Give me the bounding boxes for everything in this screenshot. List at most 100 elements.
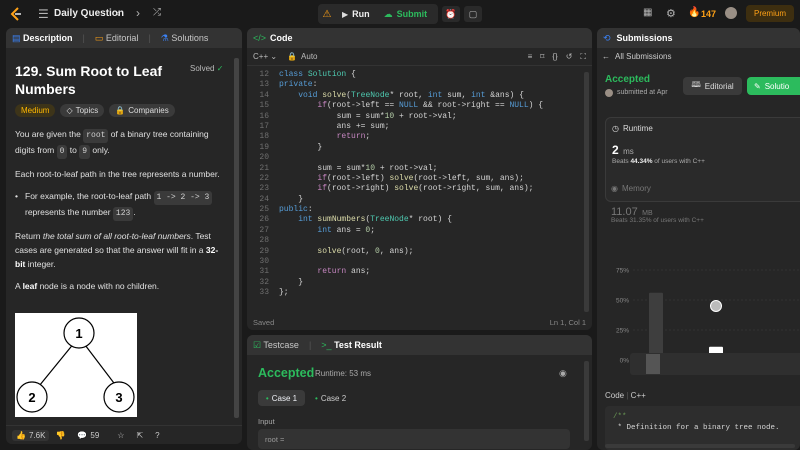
streak-count[interactable]: 147 — [701, 9, 716, 19]
solved-status: Solved ✓ — [190, 64, 224, 73]
code-line: 24 } — [259, 194, 304, 204]
edit-icon: ✎ — [754, 81, 761, 91]
code-scrollbar[interactable] — [584, 72, 589, 312]
notes-icon[interactable]: ▢ — [464, 6, 482, 22]
chevron-down-icon: ⌄ — [270, 52, 278, 61]
code-line: 26 int sumNumbers(TreeNode* root) { — [259, 215, 452, 225]
testcase-panel: ☑ Testcase | >_ Test Result Accepted Run… — [247, 335, 592, 450]
submit-button[interactable]: Submit — [397, 9, 428, 19]
example-tree-image: 1 2 3 — [15, 313, 137, 417]
thumbs-down-icon[interactable]: 👎 — [55, 431, 65, 440]
companies-tag[interactable]: 🔒 Companies — [109, 104, 175, 117]
code-line: 31 return ans; — [259, 267, 371, 277]
back-arrow-icon: ← — [602, 52, 610, 61]
share-icon[interactable]: ⇱ — [136, 431, 143, 440]
clock-icon: ◷ — [612, 124, 619, 133]
tab-solutions[interactable]: ⚗ Solutions — [161, 33, 209, 44]
runtime-distribution-chart[interactable]: 75%50%25%0% 2ms4ms 1ms2ms3ms4ms — [597, 236, 800, 381]
code-header: </> Code — [247, 28, 592, 48]
debug-icon[interactable]: ⚠ — [318, 9, 336, 20]
upload-icon: ☁ — [383, 8, 393, 19]
language-select[interactable]: C++ ⌄ — [253, 52, 277, 61]
result-runtime: Runtime: 53 ms — [315, 369, 372, 378]
comments-button[interactable]: 💬 59 — [77, 431, 99, 440]
settings-gear-icon[interactable]: ⚙ — [666, 7, 676, 20]
tab-test-result[interactable]: >_ Test Result — [321, 340, 382, 350]
menu-icon[interactable]: ≡ — [528, 52, 533, 61]
braces-icon[interactable]: {} — [552, 52, 557, 61]
tab-editorial[interactable]: ▭ Editorial — [95, 33, 139, 44]
comment-icon: 💬 — [77, 430, 88, 440]
streak-fire-icon: 🔥 — [688, 7, 701, 18]
layout-icon[interactable]: ▦ — [643, 7, 652, 18]
code-icon: </> — [253, 33, 267, 43]
code-line: 14 void solve(TreeNode* root, int sum, i… — [259, 90, 524, 100]
check-circle-icon: ✓ — [216, 64, 224, 73]
code-editor[interactable]: 12 class Solution { 13 private: 14 void so… — [247, 70, 583, 315]
like-button[interactable]: 👍 7.6K — [12, 429, 50, 441]
code-line: 15 if(root->left == NULL && root->right … — [259, 101, 544, 111]
star-icon[interactable]: ☆ — [117, 431, 124, 440]
y-tick-label: 50% — [616, 298, 629, 305]
prev-problem-icon[interactable]: ‹ — [116, 6, 120, 20]
submission-scrollbar[interactable] — [605, 444, 795, 448]
bookmark-icon[interactable]: ⌑ — [540, 52, 544, 61]
difficulty-badge: Medium — [15, 104, 56, 117]
paragraph-return: Return the total sum of all root-to-leaf… — [15, 231, 219, 269]
fullscreen-icon[interactable]: ⛶ — [580, 52, 586, 62]
code-line: 29 solve(root, 0, ans); — [259, 246, 414, 256]
auto-mode[interactable]: Auto — [301, 52, 317, 61]
code-line: 33}; — [259, 288, 289, 298]
code-line: 17 ans += sum; — [259, 121, 390, 131]
tags-row: Medium ◇ Topics 🔒 Companies — [15, 104, 227, 117]
logo[interactable] — [8, 6, 24, 22]
submissions-panel: ⟲ Submissions ← All Submissions Accepted … — [597, 28, 800, 450]
paragraph-intro: You are given the root of a binary tree … — [15, 127, 227, 159]
testcase-scrollbar[interactable] — [584, 361, 589, 441]
next-problem-icon[interactable]: › — [136, 6, 140, 20]
problem-list-icon[interactable]: ☰ — [38, 7, 49, 21]
editorial-button[interactable]: 🕮 Editorial — [683, 77, 742, 95]
tab-description[interactable]: ▤ Description — [12, 33, 73, 44]
code-line: 16 sum = sum*10 + root->val; — [259, 111, 457, 121]
lock-icon: 🔒 — [115, 106, 126, 115]
description-tabs: ▤ Description | ▭ Editorial | ⚗ Solution… — [6, 28, 242, 48]
all-submissions-link[interactable]: ← All Submissions — [602, 52, 671, 61]
terminal-icon: >_ — [321, 340, 332, 350]
problem-title[interactable]: 129. Sum Root to Leaf Numbers — [15, 62, 175, 98]
daily-question-title[interactable]: Daily Question — [54, 8, 124, 19]
memory-unit: MB — [642, 210, 653, 217]
reset-icon[interactable]: ↺ — [566, 52, 573, 61]
topics-tag[interactable]: ◇ Topics — [60, 104, 105, 117]
description-panel: ▤ Description | ▭ Editorial | ⚗ Solution… — [6, 28, 242, 444]
premium-button[interactable]: Premium — [746, 5, 794, 22]
tab-testcase[interactable]: ☑ Testcase — [253, 340, 299, 351]
code-line: 18 return; — [259, 132, 371, 142]
description-content: 129. Sum Root to Leaf Numbers Solved ✓ M… — [15, 62, 227, 329]
paragraph-leaf: A leaf node is a node with no children. — [15, 281, 160, 291]
description-scrollbar[interactable] — [234, 58, 239, 418]
shuffle-icon[interactable]: ⤮ — [153, 7, 161, 18]
code-line: 27 int ans = 0; — [259, 225, 376, 235]
play-icon[interactable]: ▶ — [342, 10, 348, 19]
run-button[interactable]: Run — [352, 9, 370, 19]
runtime-beats: Beats 44.34% of users with C++ — [612, 158, 705, 165]
tree-node-label: 2 — [28, 390, 35, 405]
runtime-unit: ms — [623, 147, 634, 156]
highlight-avatar — [710, 300, 722, 312]
solution-button[interactable]: ✎ Solutio — [747, 77, 800, 95]
case-2-tab[interactable]: • Case 2 — [315, 390, 355, 406]
description-icon: ▤ — [12, 32, 21, 43]
code-line: 12 class Solution { — [259, 70, 356, 79]
example-bullet: • For example, the root-to-leaf path 1 -… — [15, 189, 227, 221]
memory-beats: Beats 31.35% of users with C++ — [611, 217, 704, 224]
thumbs-up-icon: 👍 — [16, 430, 26, 440]
code-line: * Definition for a binary tree node. — [613, 424, 780, 432]
memory-section[interactable]: ◉ Memory 11.07 MB Beats 31.35% of users w… — [611, 182, 791, 227]
case-1-tab[interactable]: • Case 1 — [258, 390, 305, 406]
description-footer: 👍 7.6K 👎 💬 59 ☆ ⇱ ? — [6, 425, 242, 444]
layout-toggle-icon[interactable]: ◉ — [559, 368, 567, 379]
timer-icon[interactable]: ⏰ — [442, 6, 460, 22]
help-icon[interactable]: ? — [155, 431, 159, 440]
avatar[interactable] — [725, 7, 737, 19]
